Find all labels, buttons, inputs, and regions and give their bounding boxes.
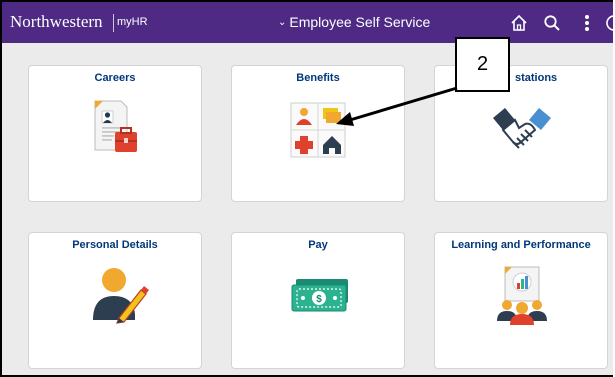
callout-arrow xyxy=(336,86,458,126)
